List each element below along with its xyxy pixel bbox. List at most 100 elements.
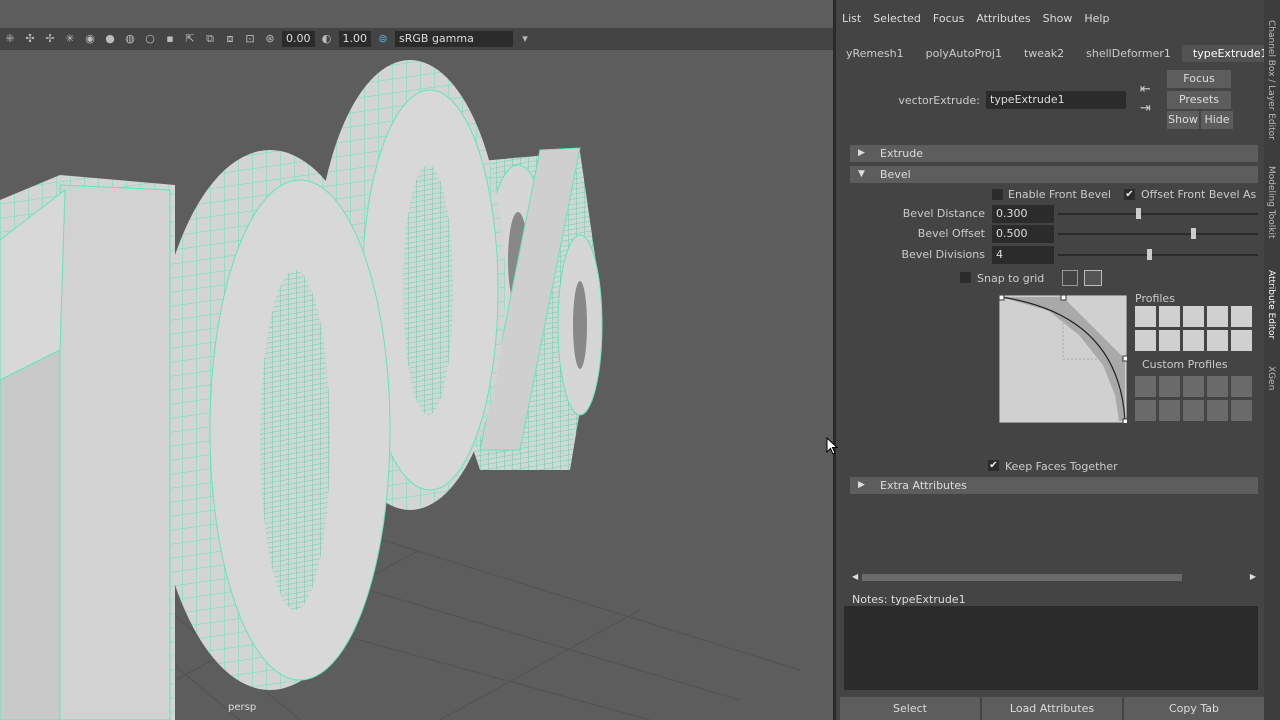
bevel-distance-slider[interactable] (1058, 213, 1258, 215)
wireframe-icon[interactable]: ◉ (84, 33, 96, 45)
keep-faces-together-label: Keep Faces Together (1005, 460, 1118, 473)
frame-selection-icon[interactable]: ⧈ (224, 33, 236, 45)
bevel-distance-field[interactable]: 0.300 (992, 205, 1054, 223)
attribute-editor: List Selected Focus Attributes Show Help… (836, 0, 1264, 720)
color-management-icon[interactable]: ⊜ (377, 33, 389, 45)
snap-to-grid-checkbox[interactable] (960, 272, 971, 283)
profile-preset[interactable] (1135, 330, 1156, 351)
profile-preset[interactable] (1183, 306, 1204, 327)
menu-focus[interactable]: Focus (927, 8, 970, 30)
presets-button[interactable]: Presets (1167, 91, 1231, 109)
profile-image-icon[interactable] (1084, 270, 1102, 286)
focus-output-icon[interactable]: ⇥ (1140, 101, 1151, 116)
menu-selected[interactable]: Selected (867, 8, 927, 30)
camera-attributes-icon[interactable]: ⁜ (4, 33, 16, 45)
bevel-divisions-slider-handle[interactable] (1147, 249, 1152, 260)
custom-profile-slot[interactable] (1135, 400, 1156, 421)
profile-preset[interactable] (1231, 306, 1252, 327)
bevel-offset-field[interactable]: 0.500 (992, 225, 1054, 243)
select-button[interactable]: Select (840, 697, 980, 720)
tab-channel-box[interactable]: Channel Box / Layer Editor (1266, 20, 1276, 140)
xray-joints-icon[interactable]: ▪ (164, 33, 176, 45)
scene-render[interactable] (0, 50, 833, 720)
bevel-section-title: Bevel (880, 168, 911, 181)
profile-preset[interactable] (1231, 330, 1252, 351)
hide-button[interactable]: Hide (1201, 111, 1233, 129)
bevel-offset-slider-handle[interactable] (1191, 228, 1196, 239)
profile-preset[interactable] (1159, 330, 1180, 351)
chevron-down-icon[interactable]: ▾ (519, 33, 531, 45)
xray-icon[interactable]: ✣ (24, 33, 36, 45)
tab-typeextrude1[interactable]: typeExtrude1 (1181, 44, 1264, 62)
scroll-left-icon[interactable]: ◀ (852, 572, 858, 581)
custom-profile-slot[interactable] (1231, 376, 1252, 397)
menu-help[interactable]: Help (1078, 8, 1115, 30)
custom-profile-slot[interactable] (1207, 376, 1228, 397)
horizontal-scrollbar[interactable]: ◀ ▶ (852, 572, 1256, 583)
profile-preset[interactable] (1207, 330, 1228, 351)
tab-polyautoproj1[interactable]: polyAutoProj1 (915, 45, 1013, 62)
gamma-field[interactable]: 1.00 (338, 31, 371, 47)
load-attributes-button[interactable]: Load Attributes (982, 697, 1122, 720)
copy-tab-button[interactable]: Copy Tab (1124, 697, 1264, 720)
profile-preset[interactable] (1159, 306, 1180, 327)
shaded-icon[interactable]: ● (104, 33, 116, 45)
viewport-panel[interactable]: ⁜ ✣ ✢ ✳ ◉ ● ◍ ○ ▪ ⇱ ⧉ ⧈ ⊡ ⊛ 0.00 ◐ 1.00 … (0, 0, 833, 720)
enable-front-bevel-checkbox[interactable] (992, 189, 1003, 200)
node-name-field[interactable]: typeExtrude1 (986, 91, 1126, 109)
tab-shelldeformer1[interactable]: shellDeformer1 (1075, 45, 1182, 62)
tab-xgen[interactable]: XGen (1266, 366, 1276, 390)
bevel-divisions-field[interactable]: 4 (992, 246, 1054, 264)
text-3d-zero-1[interactable] (150, 150, 391, 690)
profile-preset[interactable] (1135, 306, 1156, 327)
tab-yremesh1[interactable]: yRemesh1 (836, 45, 915, 62)
extrude-section-title: Extrude (880, 147, 924, 160)
bevel-distance-slider-handle[interactable] (1136, 208, 1141, 219)
scroll-thumb[interactable] (862, 574, 1182, 581)
custom-profile-slot[interactable] (1183, 400, 1204, 421)
color-space-dropdown[interactable]: sRGB gamma (395, 31, 513, 47)
bevel-section-header[interactable]: ▼ Bevel (850, 166, 1258, 183)
focus-button[interactable]: Focus (1167, 70, 1231, 88)
keep-faces-together-checkbox[interactable]: ✔ (988, 460, 999, 471)
extra-attributes-section-header[interactable]: ▶ Extra Attributes (850, 477, 1258, 494)
notes-node-name: typeExtrude1 (890, 593, 966, 606)
custom-profile-slot[interactable] (1183, 376, 1204, 397)
grid-icon[interactable]: ✢ (44, 33, 56, 45)
text-3d-one[interactable] (0, 175, 175, 720)
bevel-profile-curve-editor[interactable] (999, 295, 1127, 423)
isolate-icon[interactable]: ○ (144, 33, 156, 45)
tab-modeling-toolkit[interactable]: Modeling Toolkit (1266, 166, 1276, 239)
exposure-field[interactable]: 0.00 (282, 31, 315, 47)
frame-all-icon[interactable]: ⧉ (204, 33, 216, 45)
custom-profile-slot[interactable] (1159, 376, 1180, 397)
chevron-down-icon: ▼ (858, 169, 865, 179)
gamma-icon[interactable]: ◐ (321, 33, 333, 45)
light-icon[interactable]: ✳ (64, 33, 76, 45)
menu-attributes[interactable]: Attributes (970, 8, 1036, 30)
tab-attribute-editor[interactable]: Attribute Editor (1266, 270, 1276, 339)
notes-textarea[interactable] (844, 606, 1258, 690)
resolution-gate-icon[interactable]: ⊡ (244, 33, 256, 45)
profile-preset[interactable] (1207, 306, 1228, 327)
custom-profile-slot[interactable] (1159, 400, 1180, 421)
scroll-right-icon[interactable]: ▶ (1250, 572, 1256, 581)
enable-front-bevel-label: Enable Front Bevel (1008, 188, 1111, 201)
show-button[interactable]: Show (1167, 111, 1199, 129)
custom-profile-slot[interactable] (1231, 400, 1252, 421)
menu-show[interactable]: Show (1037, 8, 1079, 30)
exposure-icon[interactable]: ⊛ (264, 33, 276, 45)
custom-profile-slot[interactable] (1135, 376, 1156, 397)
offset-front-bevel-checkbox[interactable]: ✔ (1124, 189, 1135, 200)
tab-tweak2[interactable]: tweak2 (1013, 45, 1075, 62)
focus-input-icon[interactable]: ⇤ (1140, 82, 1151, 97)
grid-toggle-icon[interactable] (1062, 270, 1078, 286)
bevel-offset-slider[interactable] (1058, 233, 1258, 235)
select-icon[interactable]: ⇱ (184, 33, 196, 45)
menu-list[interactable]: List (836, 8, 867, 30)
custom-profile-slot[interactable] (1207, 400, 1228, 421)
profile-preset[interactable] (1183, 330, 1204, 351)
textured-icon[interactable]: ◍ (124, 33, 136, 45)
extrude-section-header[interactable]: ▶ Extrude (850, 145, 1258, 162)
bevel-divisions-slider[interactable] (1058, 254, 1258, 256)
